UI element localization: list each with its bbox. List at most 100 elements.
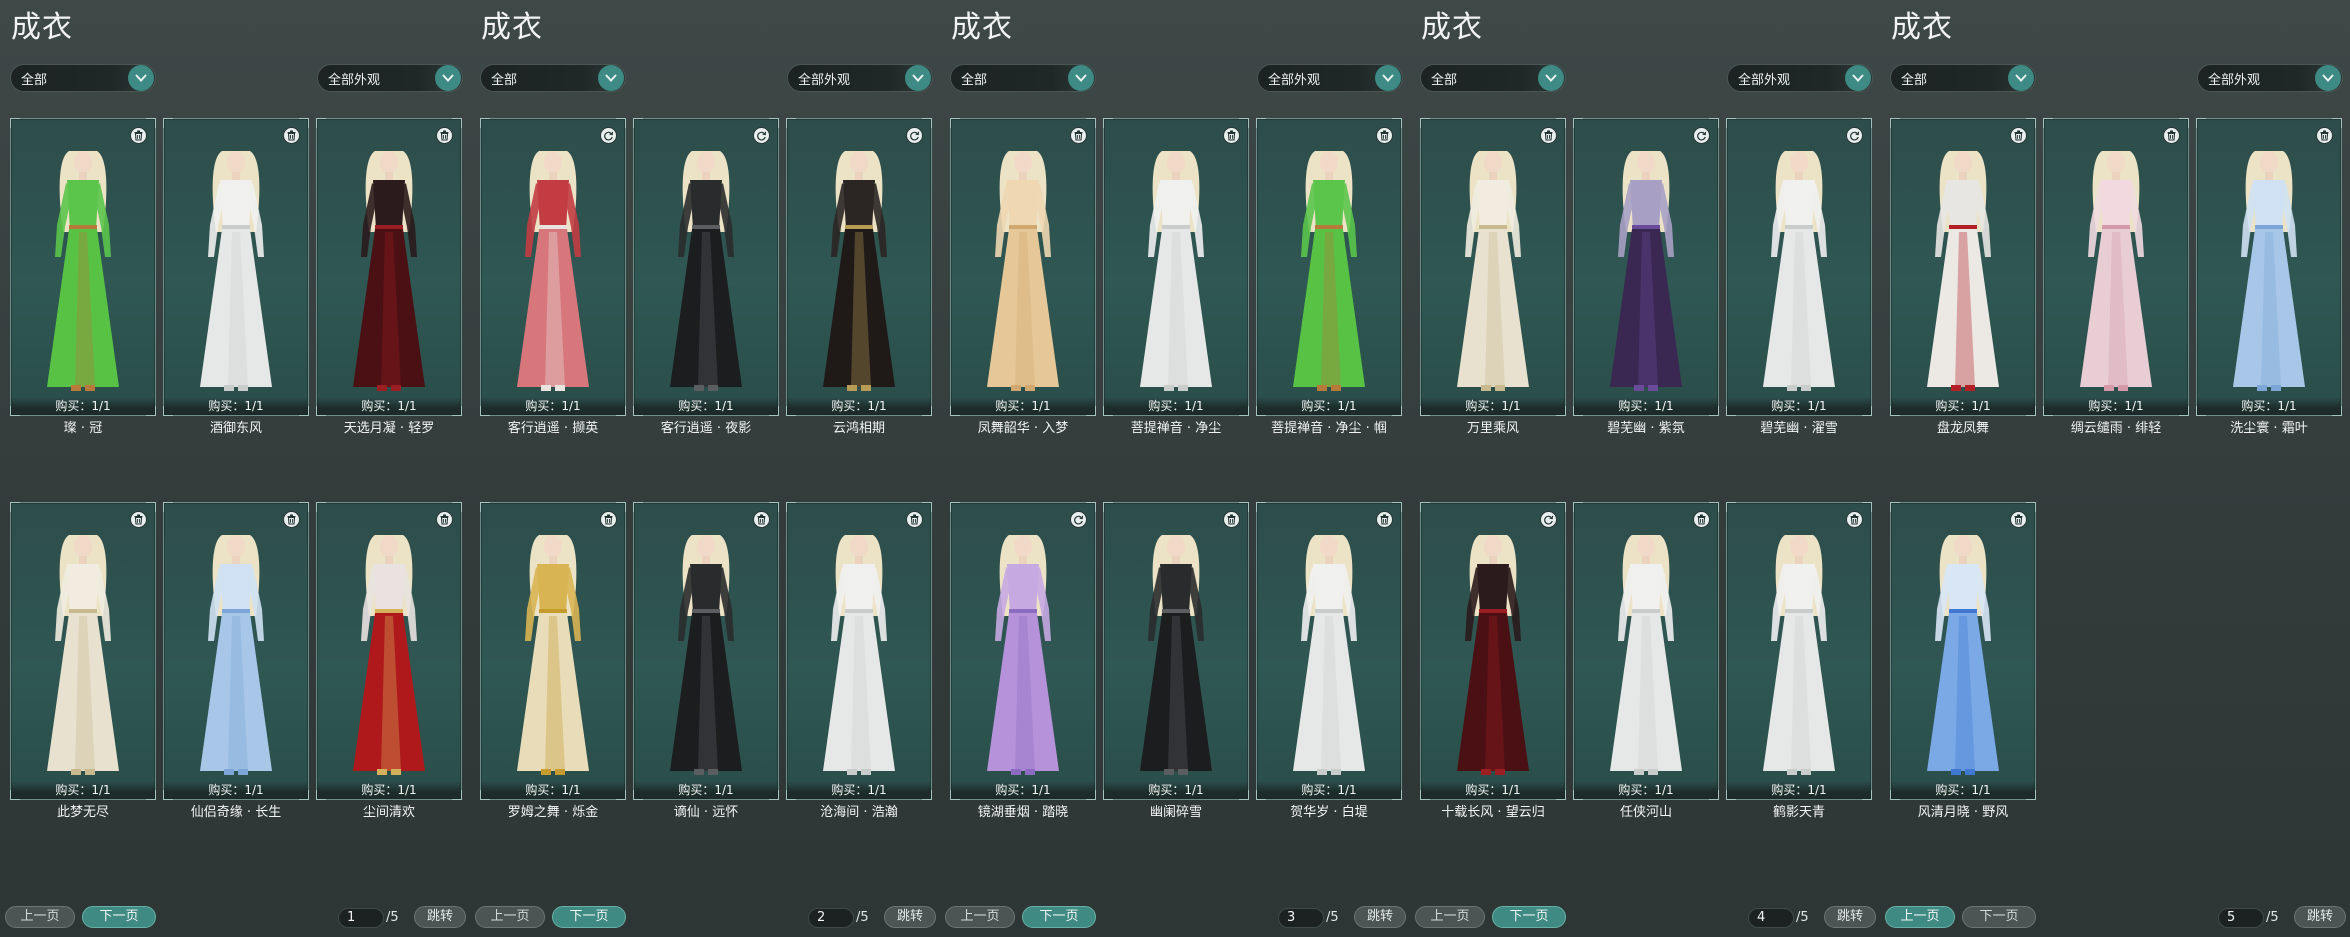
outfit-card[interactable]: 购买：1/1 [1256, 118, 1402, 416]
card-corner-ornament [10, 118, 20, 128]
torso-shape [537, 180, 569, 229]
trash-icon[interactable] [1223, 511, 1240, 528]
jump-page-button[interactable]: 跳转 [1354, 906, 1406, 928]
refresh-icon[interactable] [1070, 511, 1087, 528]
trash-icon[interactable] [283, 127, 300, 144]
appearance-filter-dropdown[interactable]: 全部外观 [787, 64, 933, 92]
page-number-input[interactable]: 3 [1278, 908, 1324, 928]
jump-page-button[interactable]: 跳转 [1824, 906, 1876, 928]
next-page-button[interactable]: 下一页 [82, 906, 156, 928]
outfit-preview-image [172, 521, 300, 783]
next-page-button[interactable]: 下一页 [1962, 906, 2036, 928]
outfit-card[interactable]: 购买：1/1 [786, 118, 932, 416]
outfit-card[interactable]: 购买：1/1 [163, 502, 309, 800]
outfit-card[interactable]: 购买：1/1 [1103, 502, 1249, 800]
appearance-filter-dropdown[interactable]: 全部外观 [317, 64, 463, 92]
trash-icon[interactable] [2163, 127, 2180, 144]
card-corner-ornament [1862, 118, 1872, 128]
trash-icon[interactable] [436, 511, 453, 528]
next-page-button[interactable]: 下一页 [1022, 906, 1096, 928]
trash-icon[interactable] [1070, 127, 1087, 144]
trash-icon[interactable] [2010, 127, 2027, 144]
outfit-card[interactable]: 购买：1/1 [163, 118, 309, 416]
outfit-card[interactable]: 购买：1/1 [316, 502, 462, 800]
purchase-count-label: 购买：1/1 [1891, 397, 2035, 415]
appearance-filter-dropdown[interactable]: 全部外观 [1727, 64, 1873, 92]
trash-icon[interactable] [1846, 511, 1863, 528]
left-foot-shape [1011, 385, 1021, 391]
trash-icon[interactable] [1376, 511, 1393, 528]
prev-page-button[interactable]: 上一页 [945, 906, 1015, 928]
trash-icon[interactable] [600, 511, 617, 528]
page-number-input[interactable]: 4 [1748, 908, 1794, 928]
refresh-icon[interactable] [1693, 127, 1710, 144]
left-foot-shape [71, 385, 81, 391]
trash-icon[interactable] [906, 511, 923, 528]
outfit-card[interactable]: 购买：1/1 [1726, 118, 1872, 416]
refresh-icon[interactable] [753, 127, 770, 144]
outfit-card[interactable]: 购买：1/1 [786, 502, 932, 800]
page-number-input[interactable]: 5 [2218, 908, 2264, 928]
outfit-card[interactable]: 购买：1/1 [10, 118, 156, 416]
outfit-card[interactable]: 购买：1/1 [1890, 502, 2036, 800]
prev-page-button[interactable]: 上一页 [475, 906, 545, 928]
outfit-card[interactable]: 购买：1/1 [1420, 502, 1566, 800]
trash-icon[interactable] [283, 511, 300, 528]
trash-icon[interactable] [1376, 127, 1393, 144]
outfit-card[interactable]: 购买：1/1 [1256, 502, 1402, 800]
torso-shape [843, 564, 875, 613]
appearance-filter-dropdown[interactable]: 全部外观 [2197, 64, 2343, 92]
card-corner-ornament [2026, 502, 2036, 512]
chevron-down-icon [598, 65, 624, 91]
outfit-card[interactable]: 购买：1/1 [316, 118, 462, 416]
page-number-input[interactable]: 2 [808, 908, 854, 928]
trash-icon[interactable] [130, 127, 147, 144]
torso-shape [1630, 564, 1662, 613]
next-page-button[interactable]: 下一页 [1492, 906, 1566, 928]
outfit-card[interactable]: 购买：1/1 [480, 118, 626, 416]
prev-page-button[interactable]: 上一页 [1885, 906, 1955, 928]
refresh-icon[interactable] [906, 127, 923, 144]
trash-icon[interactable] [1540, 127, 1557, 144]
category-filter-dropdown[interactable]: 全部 [480, 64, 626, 92]
card-corner-ornament [2196, 118, 2206, 128]
trash-icon[interactable] [753, 511, 770, 528]
outfit-card[interactable]: 购买：1/1 [2196, 118, 2342, 416]
outfit-card[interactable]: 购买：1/1 [10, 502, 156, 800]
prev-page-button[interactable]: 上一页 [5, 906, 75, 928]
trash-icon[interactable] [1223, 127, 1240, 144]
outfit-card[interactable]: 购买：1/1 [1573, 118, 1719, 416]
outfit-card[interactable]: 购买：1/1 [633, 118, 779, 416]
category-filter-dropdown[interactable]: 全部 [10, 64, 156, 92]
jump-page-button[interactable]: 跳转 [884, 906, 936, 928]
outfit-card[interactable]: 购买：1/1 [1890, 118, 2036, 416]
jump-page-button[interactable]: 跳转 [414, 906, 466, 928]
category-filter-dropdown[interactable]: 全部 [1890, 64, 2036, 92]
outfit-card[interactable]: 购买：1/1 [950, 502, 1096, 800]
trash-icon[interactable] [436, 127, 453, 144]
outfit-card[interactable]: 购买：1/1 [633, 502, 779, 800]
neck-shape [549, 556, 557, 564]
trash-icon[interactable] [2316, 127, 2333, 144]
outfit-card[interactable]: 购买：1/1 [2043, 118, 2189, 416]
outfit-card[interactable]: 购买：1/1 [1573, 502, 1719, 800]
refresh-icon[interactable] [600, 127, 617, 144]
category-filter-dropdown[interactable]: 全部 [950, 64, 1096, 92]
outfit-card[interactable]: 购买：1/1 [1726, 502, 1872, 800]
trash-icon[interactable] [1693, 511, 1710, 528]
trash-icon[interactable] [130, 511, 147, 528]
outfit-card[interactable]: 购买：1/1 [950, 118, 1096, 416]
trash-icon[interactable] [2010, 511, 2027, 528]
prev-page-button[interactable]: 上一页 [1415, 906, 1485, 928]
card-corner-ornament [1709, 118, 1719, 128]
refresh-icon[interactable] [1540, 511, 1557, 528]
outfit-card[interactable]: 购买：1/1 [1420, 118, 1566, 416]
outfit-card[interactable]: 购买：1/1 [1103, 118, 1249, 416]
refresh-icon[interactable] [1846, 127, 1863, 144]
next-page-button[interactable]: 下一页 [552, 906, 626, 928]
category-filter-dropdown[interactable]: 全部 [1420, 64, 1566, 92]
appearance-filter-dropdown[interactable]: 全部外观 [1257, 64, 1403, 92]
jump-page-button[interactable]: 跳转 [2294, 906, 2346, 928]
page-number-input[interactable]: 1 [338, 908, 384, 928]
outfit-card[interactable]: 购买：1/1 [480, 502, 626, 800]
